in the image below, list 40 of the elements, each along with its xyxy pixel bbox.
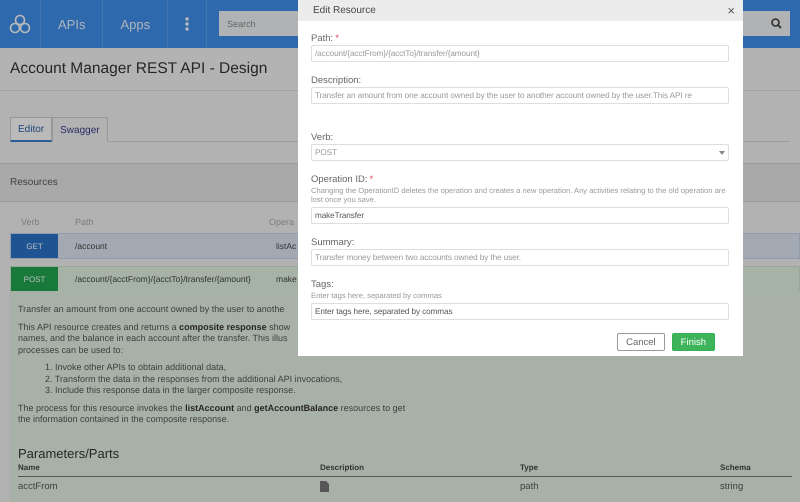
table-cell: string bbox=[720, 480, 744, 492]
more-icon[interactable] bbox=[185, 17, 190, 31]
cancel-button[interactable]: Cancel bbox=[617, 333, 665, 351]
table-cell: path bbox=[520, 480, 538, 492]
table-cell: acctFrom bbox=[18, 480, 58, 492]
list-item: 2. Transform the data in the responses from the additional API invocations, bbox=[44, 374, 344, 385]
input-field[interactable]: Enter tags here, separated by commas bbox=[311, 303, 729, 320]
verb-badge: POST bbox=[11, 267, 58, 291]
verb-badge: GET bbox=[11, 234, 58, 258]
field-label: Verb: bbox=[311, 132, 334, 143]
document-icon[interactable] bbox=[320, 480, 329, 492]
field-label: Path: * bbox=[311, 33, 340, 44]
description-text: This API resource creates and returns a composite response show names, and the balance in each account after the transfer. This illus processes can be used to: bbox=[18, 322, 290, 356]
column-header: Schema bbox=[720, 462, 751, 474]
field-label: Summary: bbox=[311, 237, 356, 248]
list-item: 3. Include this response data in the larger composite response. bbox=[44, 385, 297, 396]
page-title: Account Manager REST API - Design bbox=[10, 60, 268, 78]
path-text: /account bbox=[74, 241, 108, 251]
list-item: 1. Invoke other APIs to obtain additional data, bbox=[44, 362, 228, 374]
logo-icon bbox=[9, 14, 31, 34]
description-text: Transfer an amount from one account owned by the user to anothe bbox=[18, 304, 284, 316]
close-button[interactable]: × bbox=[727, 4, 735, 17]
column-header: Description bbox=[320, 462, 364, 474]
input-field[interactable]: makeTransfer bbox=[311, 207, 729, 224]
caret-icon bbox=[719, 150, 725, 154]
path-text: /account/{acctFrom}/{acctTo}/transfer/{amount} bbox=[74, 274, 252, 284]
column-header: Name bbox=[18, 462, 40, 474]
column-header: Type bbox=[520, 462, 538, 474]
tab[interactable]: Editor bbox=[10, 117, 52, 142]
search-icon[interactable] bbox=[771, 18, 782, 29]
field-label: Operation ID: * bbox=[311, 174, 374, 185]
field-label: Tags: bbox=[311, 279, 335, 290]
finish-button[interactable]: Finish bbox=[672, 333, 715, 351]
tab[interactable]: Swagger bbox=[52, 117, 108, 142]
section-title: Parameters/Parts bbox=[18, 448, 120, 459]
description-text: The process for this resource invokes the listAccount and getAccountBalance resources to get the information contained in the composite response. bbox=[18, 402, 406, 426]
field-label: Description: bbox=[311, 75, 362, 86]
operation-text: listAc bbox=[276, 241, 298, 251]
operation-text: make bbox=[276, 274, 298, 284]
dialog-title: Edit Resource bbox=[313, 5, 376, 16]
